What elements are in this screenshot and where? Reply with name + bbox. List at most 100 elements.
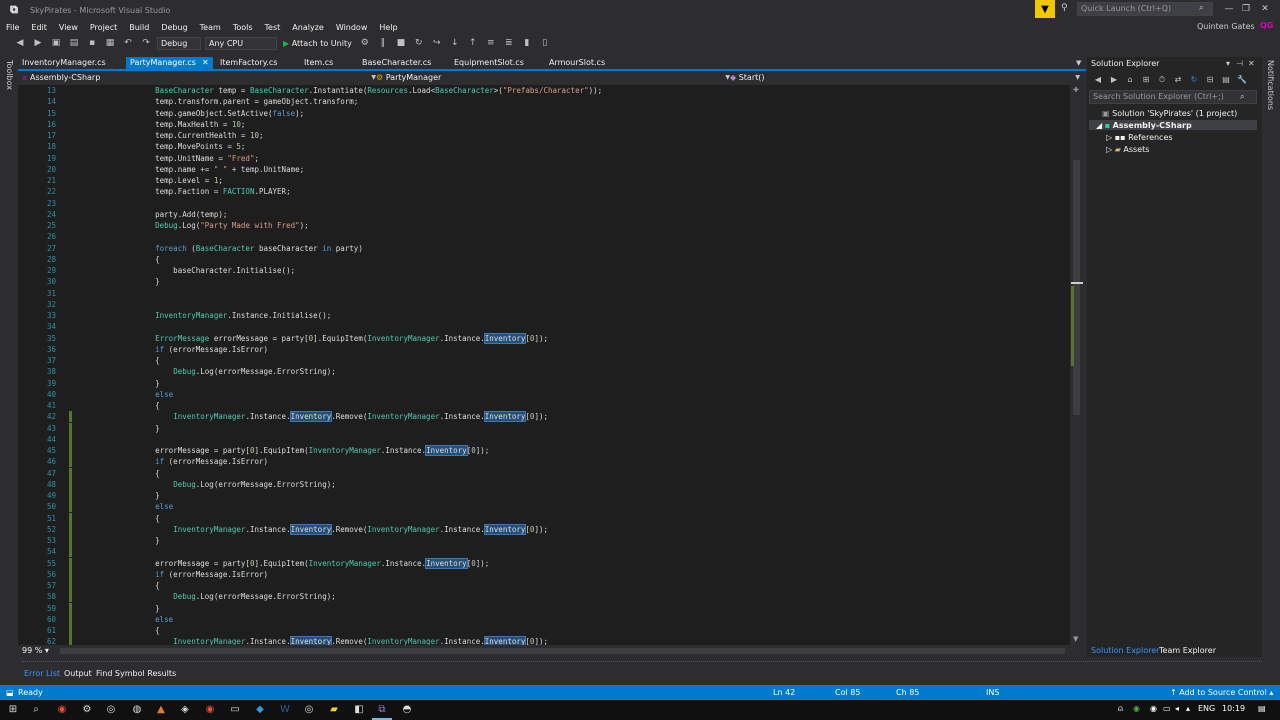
code-line[interactable]: 26 xyxy=(18,231,1070,242)
redo-icon[interactable]: ↷ xyxy=(140,37,152,49)
app-icon[interactable]: ▭ xyxy=(228,703,242,717)
tab-output[interactable]: Output xyxy=(64,669,92,678)
app-icon[interactable]: ◓ xyxy=(400,703,414,717)
menu-file[interactable]: File xyxy=(0,23,25,32)
word-icon[interactable]: W xyxy=(278,703,292,717)
code-line[interactable]: 58 Debug.Log(errorMessage.ErrorString); xyxy=(18,591,1070,603)
menu-analyze[interactable]: Analyze xyxy=(286,23,330,32)
project-node[interactable]: ◢ ▪ Assembly-CSharp xyxy=(1096,121,1192,130)
code-line[interactable]: 23 xyxy=(18,198,1070,209)
user-avatar[interactable]: QG xyxy=(1260,21,1276,33)
code-line[interactable]: 25 Debug.Log("Party Made with Fred"); xyxy=(18,220,1070,231)
comment-icon[interactable]: ≡ xyxy=(485,37,497,49)
code-line[interactable]: 42 InventoryManager.Instance.Inventory.R… xyxy=(18,411,1070,423)
type-dropdown[interactable]: ⚙ PartyManager ▼ xyxy=(376,72,730,84)
user-name[interactable]: Quinten Gates xyxy=(1197,22,1255,31)
menu-build[interactable]: Build xyxy=(123,23,155,32)
visual-studio-icon[interactable]: ⧉ xyxy=(375,703,389,717)
search-icon[interactable]: ⌕ xyxy=(1199,3,1203,13)
app-icon[interactable]: ◆ xyxy=(253,703,267,717)
search-icon[interactable]: ⌕ xyxy=(29,703,43,717)
properties-icon[interactable]: 🔧 xyxy=(1236,74,1248,86)
network-icon[interactable]: ▭ xyxy=(1163,704,1171,713)
code-line[interactable]: 27 foreach (BaseCharacter baseCharacter … xyxy=(18,243,1070,254)
windows-start-icon[interactable]: ⊞ xyxy=(6,703,20,717)
code-line[interactable]: 30 } xyxy=(18,276,1070,287)
tree-item-references[interactable]: ▷ ▪▪ References xyxy=(1106,133,1173,142)
tab-error-list[interactable]: Error List xyxy=(24,669,60,678)
attach-to-unity-button[interactable]: ▶ Attach to Unity xyxy=(283,39,352,48)
source-control-button[interactable]: ↑ Add to Source Control ▴ xyxy=(1170,688,1273,697)
tab-armourslot[interactable]: ArmourSlot.cs xyxy=(545,57,609,69)
uncomment-icon[interactable]: ≣ xyxy=(503,37,515,49)
action-center-icon[interactable]: ▤ xyxy=(1258,704,1266,713)
app-icon[interactable]: ◉ xyxy=(203,703,217,717)
code-line[interactable]: 36 if (errorMessage.IsError) xyxy=(18,344,1070,355)
scroll-down-icon[interactable]: ▼ xyxy=(1073,635,1078,643)
browser-icon[interactable]: ◎ xyxy=(104,703,118,717)
file-explorer-icon[interactable]: ▰ xyxy=(327,703,341,717)
restart-icon[interactable]: ↻ xyxy=(413,37,425,49)
code-line[interactable]: 55 errorMessage = party[0].EquipItem(Inv… xyxy=(18,557,1070,569)
code-line[interactable]: 52 InventoryManager.Instance.Inventory.R… xyxy=(18,523,1070,535)
forward-icon[interactable]: ▶ xyxy=(1108,74,1120,86)
pause-icon[interactable]: ‖ xyxy=(377,37,389,49)
chevron-down-icon[interactable]: ▾ xyxy=(1226,59,1230,68)
project-dropdown[interactable]: ▪ Assembly-CSharp ▼ xyxy=(22,72,376,84)
clock[interactable]: 10:19 xyxy=(1222,704,1245,713)
code-line[interactable]: 61 { xyxy=(18,625,1070,636)
code-line[interactable]: 43 } xyxy=(18,422,1070,434)
next-bookmark-icon[interactable]: ▯ xyxy=(539,37,551,49)
search-icon[interactable]: ⌕ xyxy=(1240,92,1244,102)
code-line[interactable]: 28 { xyxy=(18,254,1070,265)
menu-view[interactable]: View xyxy=(53,23,84,32)
sync-icon[interactable]: ⇄ xyxy=(1172,74,1184,86)
maximize-button[interactable]: ❐ xyxy=(1239,2,1253,16)
code-line[interactable]: 40 else xyxy=(18,389,1070,400)
close-button[interactable]: ✕ xyxy=(1258,2,1272,16)
tray-app-icon[interactable]: ◉ xyxy=(1133,704,1140,713)
app-icon[interactable]: ◎ xyxy=(302,703,316,717)
steam-icon[interactable]: ⚙ xyxy=(80,703,94,717)
code-line[interactable]: 50 else xyxy=(18,501,1070,513)
editor-horizontal-scrollbar[interactable] xyxy=(60,648,1065,654)
output-icon[interactable]: ⬓ xyxy=(6,688,14,697)
menu-debug[interactable]: Debug xyxy=(155,23,193,32)
minimize-button[interactable]: — xyxy=(1222,2,1236,16)
tab-inventorymanager[interactable]: InventoryManager.cs xyxy=(18,57,110,69)
back-icon[interactable]: ◀ xyxy=(1092,74,1104,86)
code-line[interactable]: 20 temp.name += " " + temp.UnitName; xyxy=(18,164,1070,175)
menu-tools[interactable]: Tools xyxy=(227,23,259,32)
step-out-icon[interactable]: ↑ xyxy=(467,37,479,49)
tree-item-assets[interactable]: ▷ ▰ Assets xyxy=(1106,145,1149,154)
person-icon[interactable]: ⍝ xyxy=(1118,704,1123,714)
code-line[interactable]: 46 if (errorMessage.IsError) xyxy=(18,456,1070,468)
code-line[interactable]: 44 xyxy=(18,433,1070,445)
home-icon[interactable]: ⌂ xyxy=(1124,74,1136,86)
code-line[interactable]: 62 InventoryManager.Instance.Inventory.R… xyxy=(18,636,1070,645)
configuration-select[interactable]: Debug xyxy=(157,36,201,50)
tab-itemfactory[interactable]: ItemFactory.cs xyxy=(216,57,281,69)
code-line[interactable]: 47 { xyxy=(18,467,1070,479)
code-line[interactable]: 13 BaseCharacter temp = BaseCharacter.In… xyxy=(18,85,1070,96)
forward-icon[interactable]: ▶ xyxy=(32,37,44,49)
menu-team[interactable]: Team xyxy=(194,23,227,32)
code-line[interactable]: 14 temp.transform.parent = gameObject.tr… xyxy=(18,96,1070,107)
quick-launch-input[interactable]: Quick Launch (Ctrl+Q) xyxy=(1077,2,1213,16)
tab-partymanager[interactable]: PartyManager.cs ✕ xyxy=(126,57,213,69)
save-all-icon[interactable]: ▦ xyxy=(104,37,116,49)
close-icon[interactable]: ✕ xyxy=(1248,59,1255,68)
scrollbar-thumb[interactable] xyxy=(1073,160,1080,415)
code-line[interactable]: 18 temp.MovePoints = 5; xyxy=(18,141,1070,152)
platform-select[interactable]: Any CPU xyxy=(205,36,277,50)
code-line[interactable]: 15 temp.gameObject.SetActive(false); xyxy=(18,108,1070,119)
back-icon[interactable]: ◀ xyxy=(14,37,26,49)
close-icon[interactable]: ✕ xyxy=(202,58,209,67)
new-project-icon[interactable]: ▣ xyxy=(50,37,62,49)
code-line[interactable]: 31 xyxy=(18,288,1070,299)
member-dropdown[interactable]: ◆ Start() ▼ xyxy=(730,72,1080,84)
tab-solution-explorer[interactable]: Solution Explorer xyxy=(1091,646,1159,655)
menu-window[interactable]: Window xyxy=(330,23,374,32)
step-over-icon[interactable]: ↪ xyxy=(431,37,443,49)
volume-icon[interactable]: ◂ xyxy=(1175,704,1179,713)
